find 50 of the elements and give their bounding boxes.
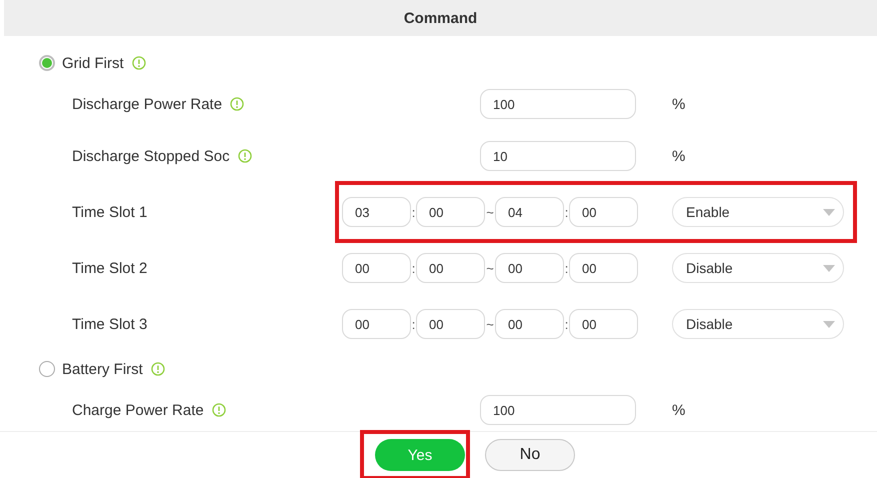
status-dropdown[interactable]: Disable (672, 309, 844, 339)
status-dropdown[interactable]: Disable (672, 253, 844, 283)
radio-button[interactable] (39, 361, 55, 377)
separator: : (564, 204, 569, 220)
option-label: Grid First (62, 54, 124, 72)
field-label: Time Slot 3 (72, 316, 148, 332)
time-field[interactable]: 03 (342, 197, 411, 227)
info-icon (230, 97, 244, 111)
separator: : (411, 204, 416, 220)
status-dropdown[interactable]: Enable (672, 197, 844, 227)
cancel-button[interactable]: No (485, 439, 575, 471)
option-label: Battery First (62, 360, 143, 378)
time-field[interactable]: 00 (569, 253, 638, 283)
input-field[interactable]: 100 (480, 395, 636, 425)
unit-label: % (672, 402, 686, 418)
time-field[interactable]: 00 (342, 253, 411, 283)
time-field[interactable]: 00 (342, 309, 411, 339)
info-icon (132, 56, 146, 70)
separator: ~ (485, 316, 495, 332)
caret-icon (823, 208, 835, 216)
separator: : (564, 316, 569, 332)
time-field[interactable]: 00 (569, 309, 638, 339)
field-label: Discharge Power Rate (72, 96, 222, 112)
time-field[interactable]: 00 (569, 197, 638, 227)
unit-label: % (672, 148, 686, 164)
time-field[interactable]: 00 (495, 309, 564, 339)
separator: ~ (485, 204, 495, 220)
field-label: Charge Power Rate (72, 402, 204, 418)
caret-icon (823, 320, 835, 328)
caret-icon (823, 264, 835, 272)
time-field[interactable]: 00 (416, 309, 485, 339)
field-label: Discharge Stopped Soc (72, 148, 230, 164)
info-icon (238, 149, 252, 163)
separator: ~ (485, 260, 495, 276)
time-field[interactable]: 04 (495, 197, 564, 227)
info-icon (212, 403, 226, 417)
time-field[interactable]: 00 (495, 253, 564, 283)
input-field[interactable]: 10 (480, 141, 636, 171)
radio-button[interactable] (39, 55, 55, 71)
info-icon (150, 362, 165, 376)
separator: : (564, 260, 569, 276)
separator: : (411, 316, 416, 332)
field-label: Time Slot 1 (72, 204, 148, 220)
dialog-title: Command (404, 10, 478, 26)
unit-label: % (672, 96, 686, 112)
field-label: Time Slot 2 (72, 260, 148, 276)
input-field[interactable]: 100 (480, 89, 636, 119)
time-field[interactable]: 00 (416, 253, 485, 283)
time-field[interactable]: 00 (416, 197, 485, 227)
separator: : (411, 260, 416, 276)
